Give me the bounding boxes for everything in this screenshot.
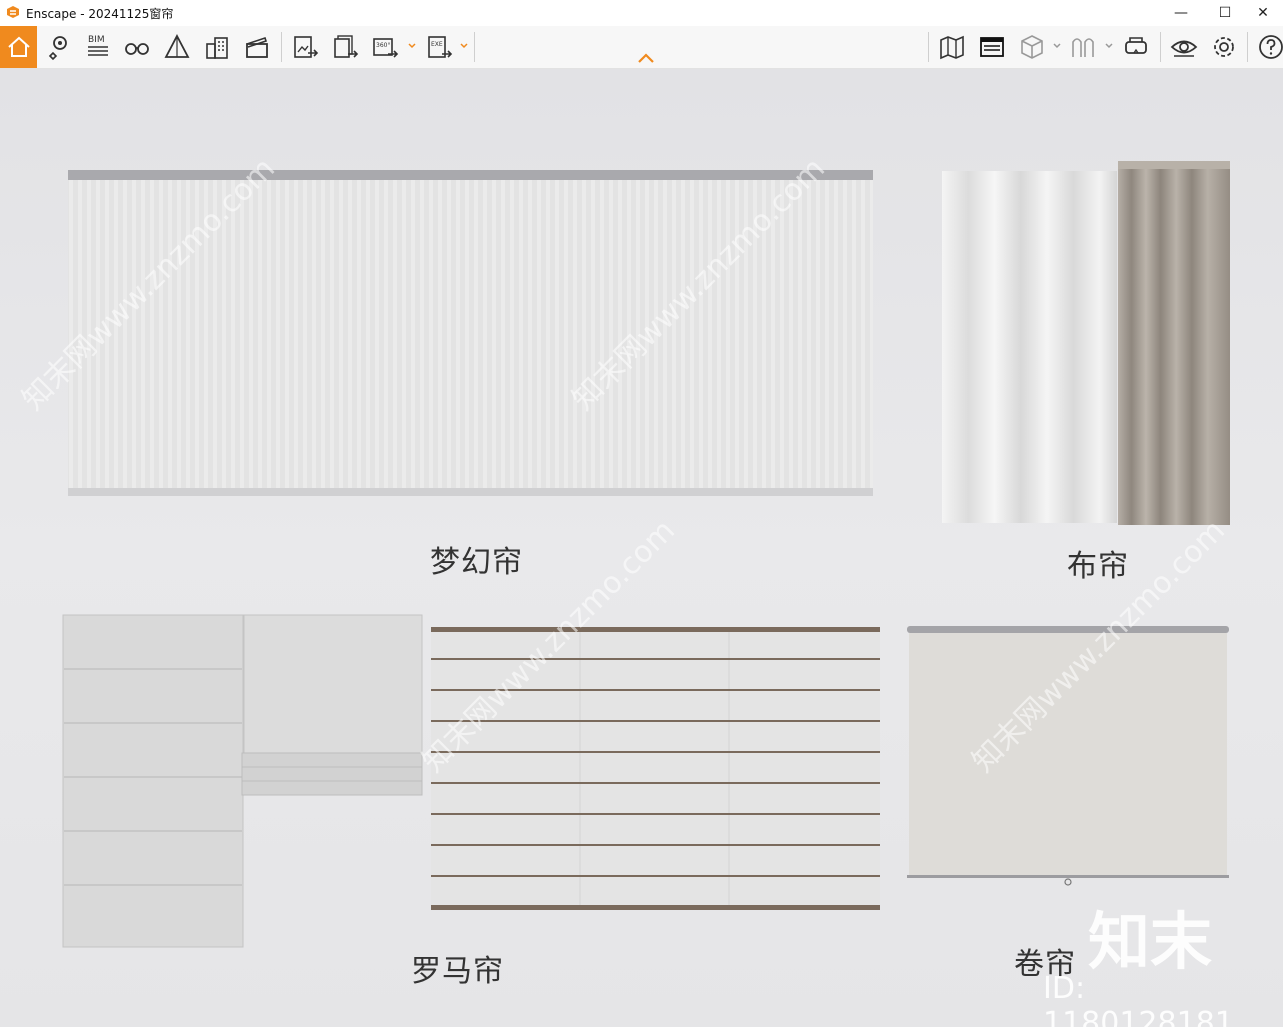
toolbar-separator — [1247, 32, 1248, 62]
view-management-button[interactable] — [38, 28, 76, 66]
window-title: Enscape - 20241125窗帘 — [26, 7, 174, 21]
bim-button[interactable]: BIM — [78, 28, 116, 66]
chevron-down-icon[interactable] — [1104, 40, 1114, 50]
binoculars-button[interactable] — [118, 28, 156, 66]
gear-icon — [1214, 37, 1234, 57]
brand-id: ID: 1180128181 — [1043, 971, 1234, 1027]
bim-icon: BIM — [88, 35, 108, 56]
vr-headset-icon — [1125, 37, 1147, 54]
chevron-down-icon[interactable] — [1052, 40, 1062, 50]
cube-icon — [1021, 35, 1043, 59]
svg-text:EXE: EXE — [431, 41, 443, 48]
home-icon — [7, 36, 30, 57]
video-editor-button[interactable] — [238, 28, 276, 66]
cube-view-button[interactable] — [1013, 28, 1051, 66]
close-button[interactable]: ✕ — [1240, 0, 1283, 26]
title-bar: Enscape - 20241125窗帘 — ☐ ✕ — [0, 0, 1283, 26]
chevron-down-icon[interactable] — [407, 40, 417, 50]
pyramid-icon — [164, 34, 190, 58]
home-button[interactable] — [0, 26, 37, 68]
atmosphere-button[interactable] — [158, 28, 196, 66]
clapperboard-icon — [246, 36, 268, 58]
toolbar-separator — [281, 32, 282, 62]
info-panel-icon — [980, 37, 1004, 57]
panorama-button[interactable]: 360° — [366, 28, 404, 66]
batch-export-icon — [334, 35, 359, 58]
export-exe-button[interactable]: EXE — [420, 28, 458, 66]
roman-blind-label: 罗马帘 — [411, 954, 504, 989]
collapse-toolbar-chevron-icon[interactable] — [636, 52, 656, 64]
settings-button[interactable] — [1205, 28, 1243, 66]
cloth-curtain-label: 布帘 — [1067, 549, 1129, 584]
buildings-icon — [206, 37, 228, 59]
toolbar-separator — [1160, 32, 1161, 62]
enscape-logo-icon — [7, 6, 19, 18]
export-image-icon — [294, 36, 319, 58]
chevron-down-icon[interactable] — [459, 40, 469, 50]
info-panel-button[interactable] — [973, 28, 1011, 66]
batch-render-button[interactable] — [326, 28, 364, 66]
toolbar: BIM 360° EXE — [0, 26, 1283, 69]
export-exe-icon: EXE — [428, 36, 453, 58]
render-viewport[interactable]: 梦幻帘 布帘 罗马帘 卷帘 知末网www.znzmo.com 知末网www.zn… — [0, 69, 1283, 1027]
screenshot-button[interactable] — [286, 28, 324, 66]
toolbar-separator — [928, 32, 929, 62]
location-pin-icon — [48, 36, 67, 61]
asset-library-button[interactable] — [198, 28, 236, 66]
map-icon — [940, 35, 964, 60]
roman-blind-model — [62, 614, 423, 948]
svg-text:360°: 360° — [376, 42, 390, 49]
cloth-curtain-model — [942, 161, 1230, 525]
toolbar-separator — [474, 32, 475, 62]
minimize-button[interactable]: — — [1158, 0, 1204, 26]
dream-curtain-label: 梦幻帘 — [430, 545, 523, 580]
help-icon — [1259, 35, 1283, 59]
binoculars-icon — [125, 43, 149, 55]
visibility-button[interactable] — [1165, 28, 1203, 66]
help-button[interactable] — [1252, 28, 1283, 66]
vr-headset-button[interactable] — [1117, 28, 1155, 66]
eye-icon — [1170, 40, 1198, 57]
svg-text:BIM: BIM — [88, 35, 105, 45]
panorama-360-icon: 360° — [373, 38, 399, 58]
brand-logo: 知末 — [1088, 905, 1213, 978]
section-view-button[interactable] — [1064, 28, 1102, 66]
map-button[interactable] — [933, 28, 971, 66]
arches-icon — [1072, 38, 1094, 57]
